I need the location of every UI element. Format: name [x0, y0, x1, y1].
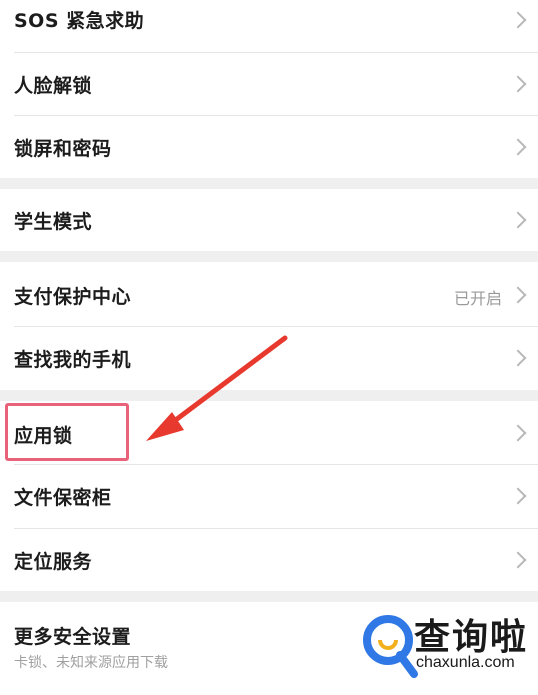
chevron-right-icon — [509, 286, 527, 304]
chevron-right-icon — [509, 487, 527, 505]
chevron-right-icon — [509, 211, 527, 229]
highlight-box — [5, 403, 129, 461]
row-subtitle: 卡锁、未知来源应用下载 — [14, 655, 168, 671]
row-label: 查找我的手机 — [14, 349, 132, 371]
chevron-right-icon — [509, 75, 527, 93]
row-face-unlock[interactable]: 人脸解锁 — [0, 53, 538, 115]
row-label: 学生模式 — [14, 211, 93, 233]
row-student-mode[interactable]: 学生模式 — [0, 189, 538, 251]
chevron-right-icon — [509, 424, 527, 442]
watermark-url: chaxunla.com — [416, 654, 515, 671]
magnifier-logo-icon — [363, 615, 418, 678]
row-location-service[interactable]: 定位服务 — [0, 529, 538, 591]
row-label: 更多安全设置 — [14, 626, 132, 648]
row-label: 锁屏和密码 — [14, 138, 112, 160]
row-payment-protection[interactable]: 支付保护中心 已开启 — [0, 262, 538, 326]
row-label: 定位服务 — [14, 551, 93, 573]
chevron-right-icon — [509, 349, 527, 367]
settings-group-1: SOS 紧急求助 人脸解锁 锁屏和密码 — [0, 0, 538, 178]
chevron-right-icon — [509, 138, 527, 156]
row-sos-emergency[interactable]: SOS 紧急求助 — [0, 0, 538, 52]
row-find-my-phone[interactable]: 查找我的手机 — [0, 327, 538, 390]
row-label: 文件保密柜 — [14, 487, 112, 509]
watermark-brand: 查询啦 — [414, 617, 529, 658]
chevron-right-icon — [509, 551, 527, 569]
settings-group-2: 学生模式 — [0, 189, 538, 251]
row-file-safe[interactable]: 文件保密柜 — [0, 465, 538, 528]
row-label: SOS 紧急求助 — [14, 10, 145, 32]
row-label: 人脸解锁 — [14, 75, 93, 97]
status-text: 已开启 — [453, 289, 502, 308]
row-label: 支付保护中心 — [14, 286, 132, 308]
watermark-logo: 查询啦 chaxunla.com — [356, 604, 538, 695]
chevron-right-icon — [509, 11, 527, 29]
settings-group-3: 支付保护中心 已开启 查找我的手机 — [0, 262, 538, 390]
row-lockscreen-password[interactable]: 锁屏和密码 — [0, 116, 538, 178]
